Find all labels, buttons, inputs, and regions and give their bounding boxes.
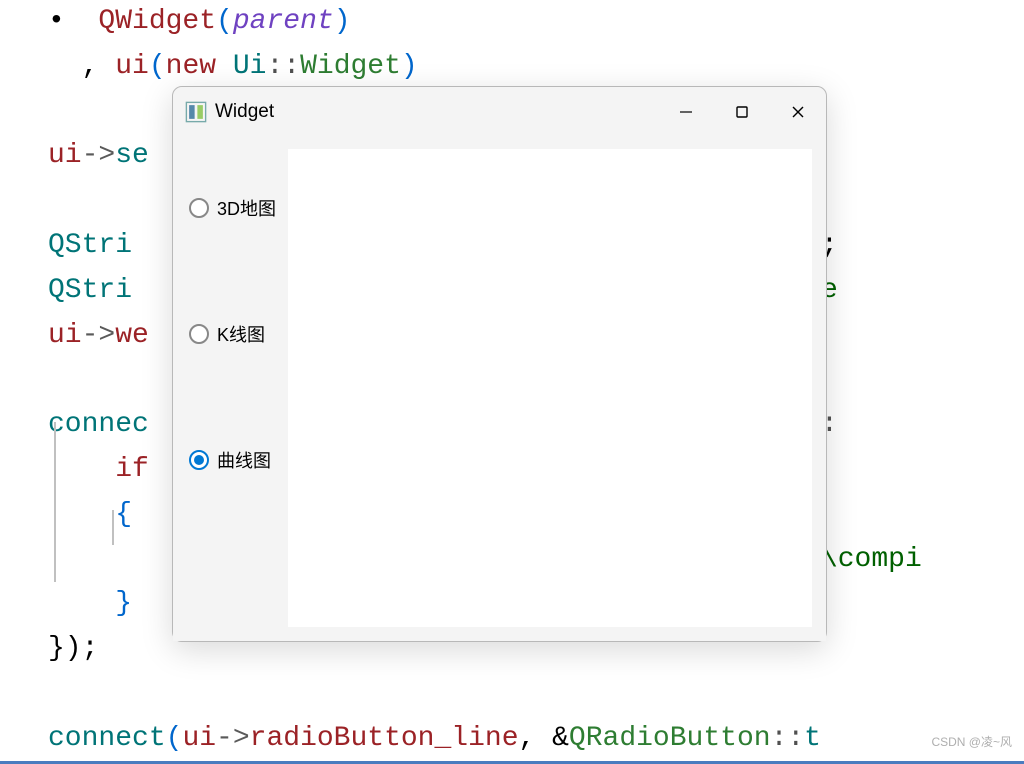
close-button[interactable] <box>770 87 826 137</box>
radio-3d-map[interactable]: 3D地图 <box>189 195 288 221</box>
app-icon <box>185 101 207 123</box>
radio-label: K线图 <box>217 321 265 347</box>
radio-kline[interactable]: K线图 <box>189 321 288 347</box>
radio-icon <box>189 324 209 344</box>
radio-icon-selected <box>189 450 209 470</box>
window-title: Widget <box>215 101 274 123</box>
widget-window: Widget 3D地图 K线图 曲线图 <box>172 86 827 642</box>
radio-label: 3D地图 <box>217 195 276 221</box>
minimize-button[interactable] <box>658 87 714 137</box>
window-client: 3D地图 K线图 曲线图 <box>173 137 826 641</box>
window-titlebar[interactable]: Widget <box>173 87 826 137</box>
radio-icon <box>189 198 209 218</box>
radio-curve[interactable]: 曲线图 <box>189 447 288 473</box>
content-pane <box>288 149 812 627</box>
indent-guide <box>112 510 114 545</box>
watermark: CSDN @凌~风 <box>931 733 1012 750</box>
radio-label: 曲线图 <box>217 447 271 473</box>
indent-guide <box>54 422 56 582</box>
radio-sidebar: 3D地图 K线图 曲线图 <box>173 137 288 641</box>
maximize-button[interactable] <box>714 87 770 137</box>
